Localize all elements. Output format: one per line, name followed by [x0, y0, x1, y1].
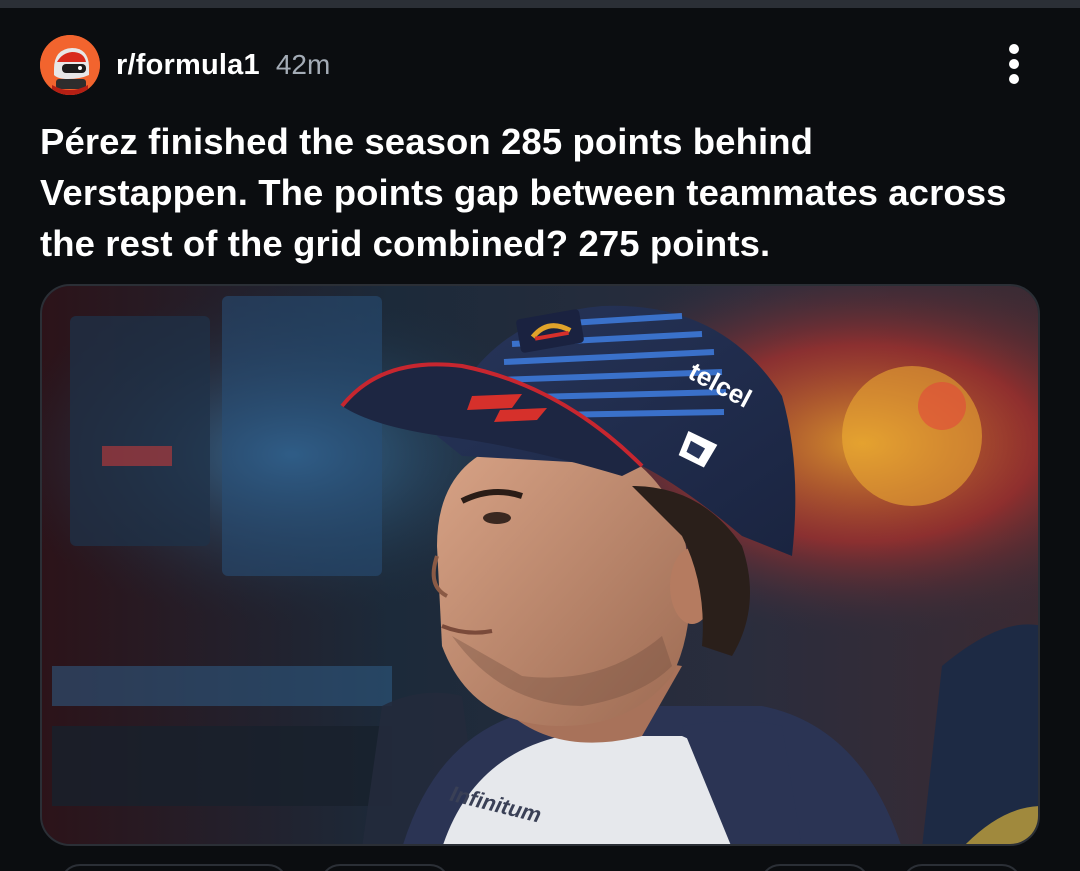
subreddit-name[interactable]: r/formula1	[116, 49, 260, 82]
more-options-button[interactable]	[996, 40, 1032, 88]
post-card[interactable]: r/formula1 42m Pérez finished the season…	[0, 8, 1080, 871]
award-pill[interactable]	[760, 864, 870, 871]
subreddit-avatar-icon[interactable]	[40, 35, 100, 95]
share-pill[interactable]	[902, 864, 1022, 871]
top-divider	[0, 0, 1080, 8]
more-vertical-icon	[1009, 44, 1019, 84]
post-action-bar	[40, 864, 1040, 871]
post-header: r/formula1 42m	[40, 34, 330, 96]
post-title[interactable]: Pérez finished the season 285 points beh…	[40, 116, 1030, 269]
comments-pill[interactable]	[320, 864, 450, 871]
post-image[interactable]: Infinitum telcel	[40, 284, 1040, 846]
post-age: 42m	[275, 49, 331, 80]
vote-pill[interactable]	[60, 864, 288, 871]
